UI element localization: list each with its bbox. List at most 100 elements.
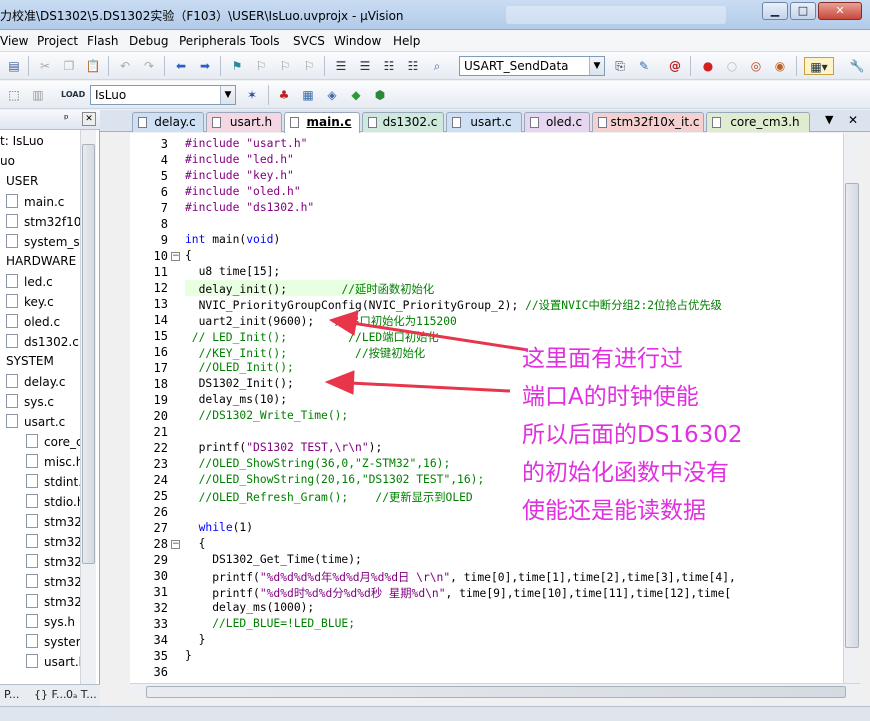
code-line[interactable]: //OLED_ShowString(20,16,"DS1302 TEST",16… <box>185 473 485 486</box>
navigate-forward-icon[interactable]: ➡ <box>196 57 214 75</box>
insert-breakpoint-icon[interactable]: ● <box>699 57 717 75</box>
code-line[interactable]: #include "oled.h" <box>185 185 301 198</box>
code-line[interactable]: DS1302_Init(); <box>185 377 294 390</box>
code-line[interactable]: while(1) <box>185 521 253 534</box>
code-line[interactable]: //OLED_Refresh_Gram(); //更新显示到OLED <box>185 489 473 505</box>
build-icon[interactable]: ▥ <box>29 86 47 104</box>
menu-tools[interactable]: Tools <box>250 34 280 48</box>
chevron-down-icon[interactable]: ▼ <box>589 57 604 75</box>
kill-breakpoints-icon[interactable]: ◉ <box>771 57 789 75</box>
code-line[interactable]: int main(void) <box>185 233 280 246</box>
editor-horizontal-scrollbar[interactable] <box>130 683 860 700</box>
project-group-item[interactable]: SYSTEM <box>6 354 54 368</box>
code-line[interactable]: } <box>185 633 206 646</box>
project-file-item[interactable]: main.c <box>6 194 64 209</box>
select-packs-icon[interactable]: ◈ <box>323 86 341 104</box>
menu-help[interactable]: Help <box>393 34 420 48</box>
editor-vertical-scrollbar[interactable] <box>843 133 860 683</box>
code-line[interactable]: #include "key.h" <box>185 169 294 182</box>
code-line[interactable]: printf("%d%d时%d%d分%d%d秒 星期%d\n", time[9]… <box>185 585 731 601</box>
project-file-item[interactable]: sys.h <box>26 614 75 629</box>
cut-icon[interactable]: ✂ <box>36 57 54 75</box>
comment-icon[interactable]: ☷ <box>380 57 398 75</box>
paste-icon[interactable]: 📋 <box>84 57 102 75</box>
prev-bookmark-icon[interactable]: ⚐ <box>252 57 270 75</box>
manage-components-icon[interactable]: ▦ <box>299 86 317 104</box>
code-line[interactable]: //LED_BLUE=!LED_BLUE; <box>185 617 355 630</box>
tab-list-dropdown-icon[interactable]: ▼ <box>825 113 833 126</box>
translate-icon[interactable]: ⬚ <box>5 86 23 104</box>
window-layout-icon[interactable]: ▦▾ <box>804 57 834 75</box>
navigate-back-icon[interactable]: ⬅ <box>172 57 190 75</box>
code-line[interactable]: //DS1302_Write_Time(); <box>185 409 349 422</box>
uncomment-icon[interactable]: ☷ <box>404 57 422 75</box>
close-button[interactable]: ✕ <box>818 2 862 20</box>
project-file-item[interactable]: stdint. <box>26 474 82 489</box>
clear-bookmarks-icon[interactable]: ⚐ <box>300 57 318 75</box>
project-file-item[interactable]: stdio.h <box>26 494 84 509</box>
code-line[interactable]: //KEY_Init(); //按键初始化 <box>185 345 426 361</box>
save-all-icon[interactable]: ▤ <box>5 57 23 75</box>
incremental-find-icon[interactable]: ✎ <box>635 57 653 75</box>
copy-icon[interactable]: ❐ <box>60 57 78 75</box>
code-line[interactable]: //OLED_ShowString(36,0,"Z-STM32",16); <box>185 457 451 470</box>
menu-project[interactable]: Project <box>37 34 78 48</box>
editor-tab[interactable]: ds1302.c <box>362 112 444 132</box>
project-group-item[interactable]: HARDWARE <box>6 254 76 268</box>
project-file-item[interactable]: core_c <box>26 434 83 449</box>
project-group-item[interactable]: uo <box>0 154 15 168</box>
project-file-item[interactable]: stm32 <box>26 534 82 549</box>
configure-icon[interactable]: 🔧 <box>848 57 866 75</box>
project-group-item[interactable]: USER <box>6 174 38 188</box>
enable-breakpoint-icon[interactable]: ○ <box>723 57 741 75</box>
project-file-item[interactable]: key.c <box>6 294 54 309</box>
project-file-item[interactable]: system <box>26 634 87 649</box>
menu-svcs[interactable]: SVCS <box>293 34 325 48</box>
tab-functions[interactable]: {} F... <box>34 688 67 701</box>
next-bookmark-icon[interactable]: ⚐ <box>276 57 294 75</box>
project-file-item[interactable]: led.c <box>6 274 53 289</box>
project-file-item[interactable]: sys.c <box>6 394 54 409</box>
editor-tab[interactable]: usart.c <box>446 112 522 132</box>
tab-templates[interactable]: 0ₐ T... <box>66 688 97 701</box>
code-line[interactable]: DS1302_Get_Time(time); <box>185 553 362 566</box>
code-line[interactable]: printf("%d%d%d%d年%d%d月%d%d日 \r\n", time[… <box>185 569 736 585</box>
code-line[interactable]: //OLED_Init(); <box>185 361 294 374</box>
fold-toggle-icon[interactable]: − <box>171 540 180 549</box>
target-options-icon[interactable]: ✶ <box>243 86 261 104</box>
code-line[interactable]: { <box>185 537 206 550</box>
fold-toggle-icon[interactable]: − <box>171 252 180 261</box>
menu-debug[interactable]: Debug <box>129 34 168 48</box>
project-group-item[interactable]: t: IsLuo <box>0 134 44 148</box>
menu-peripherals[interactable]: Peripherals <box>179 34 246 48</box>
code-editor[interactable]: #include "usart.h" #include "led.h" #inclu… <box>130 133 843 683</box>
project-panel-scrollbar[interactable] <box>80 130 96 685</box>
editor-tab[interactable]: main.c <box>284 112 360 133</box>
function-combo[interactable]: USART_SendData ▼ <box>459 56 605 76</box>
find-in-files-icon[interactable]: ⌕ <box>428 57 446 75</box>
editor-tab[interactable]: delay.c <box>132 112 204 132</box>
project-file-item[interactable]: stm32 <box>26 554 82 569</box>
bookmark-icon[interactable]: ⚑ <box>228 57 246 75</box>
code-line[interactable]: delay_ms(10); <box>185 393 287 406</box>
code-line[interactable]: #include "ds1302.h" <box>185 201 314 214</box>
editor-tab[interactable]: core_cm3.h <box>706 112 810 132</box>
tab-close-icon[interactable]: ✕ <box>848 113 858 127</box>
project-file-item[interactable]: delay.c <box>6 374 66 389</box>
debug-session-icon[interactable]: @ <box>666 57 684 75</box>
project-file-item[interactable]: stm32 <box>26 574 82 589</box>
unindent-icon[interactable]: ☰ <box>356 57 374 75</box>
pin-icon[interactable]: ᵖ <box>64 112 69 125</box>
project-file-item[interactable]: stm32 <box>26 594 82 609</box>
tab-project[interactable]: P... <box>4 688 19 701</box>
file-extensions-icon[interactable]: ♣ <box>275 86 293 104</box>
project-file-item[interactable]: ds1302.c <box>6 334 79 349</box>
minimize-button[interactable]: ▁ <box>762 2 788 20</box>
code-line[interactable]: delay_init(); //延时函数初始化 <box>185 281 435 297</box>
undo-icon[interactable]: ↶ <box>116 57 134 75</box>
scrollbar-thumb[interactable] <box>146 686 846 698</box>
project-file-item[interactable]: misc.h <box>26 454 83 469</box>
pack-installer-icon[interactable]: ◆ <box>347 86 365 104</box>
project-file-item[interactable]: oled.c <box>6 314 60 329</box>
project-file-item[interactable]: usart.c <box>6 414 65 429</box>
